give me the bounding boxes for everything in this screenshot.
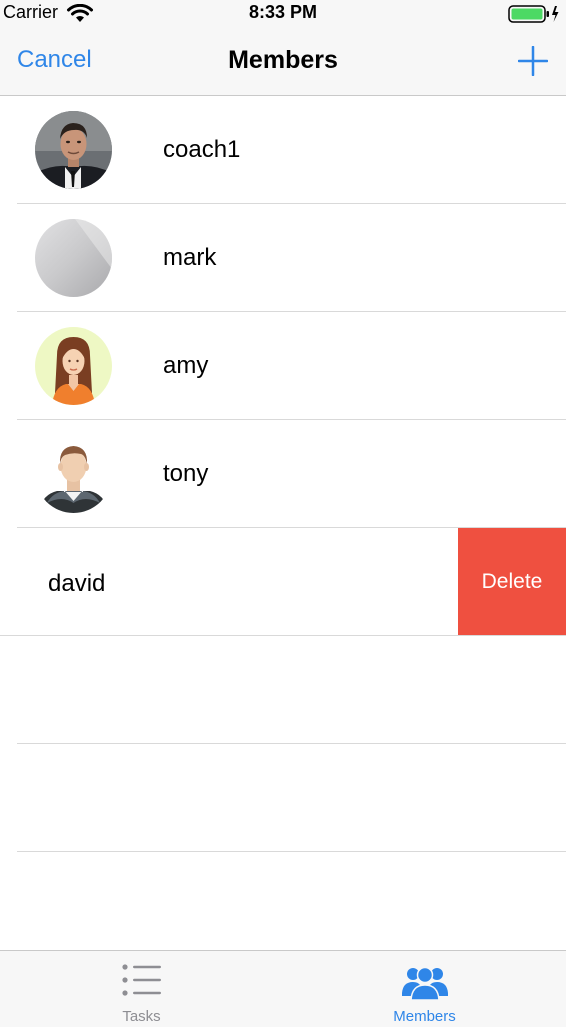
delete-button[interactable]: Delete	[458, 528, 566, 635]
blurred-photo-icon	[35, 219, 112, 297]
member-name: amy	[163, 352, 209, 379]
navigation-bar: Cancel Members	[0, 26, 566, 96]
tab-label: Tasks	[122, 1008, 161, 1025]
member-row-coach1[interactable]: coach1	[0, 96, 566, 204]
member-name: david	[48, 570, 106, 597]
man-cartoon-icon	[35, 435, 112, 513]
row-divider	[0, 635, 566, 636]
member-name: mark	[163, 244, 217, 271]
member-row-amy[interactable]: amy	[0, 312, 566, 420]
tab-label: Members	[393, 1008, 456, 1025]
add-member-button[interactable]	[518, 46, 548, 76]
woman-cartoon-icon	[35, 327, 112, 405]
empty-row-divider	[17, 851, 566, 852]
member-row-mark[interactable]: mark	[0, 204, 566, 312]
cancel-button[interactable]: Cancel	[17, 46, 92, 74]
tab-members[interactable]: Members	[283, 951, 566, 1027]
tab-bar: Tasks Members	[0, 950, 566, 1027]
person-photo-icon	[35, 111, 112, 189]
tab-tasks[interactable]: Tasks	[0, 951, 283, 1027]
status-bar: Carrier 8:33 PM	[0, 0, 566, 26]
battery-icon	[508, 5, 559, 23]
list-icon	[121, 964, 161, 996]
member-name: tony	[163, 460, 209, 487]
people-icon	[401, 966, 448, 1001]
empty-row-divider	[17, 743, 566, 744]
member-row-tony[interactable]: tony	[0, 420, 566, 528]
member-name: coach1	[163, 136, 241, 163]
status-time: 8:33 PM	[248, 2, 318, 22]
member-row-david[interactable]: david Delete	[0, 528, 566, 636]
